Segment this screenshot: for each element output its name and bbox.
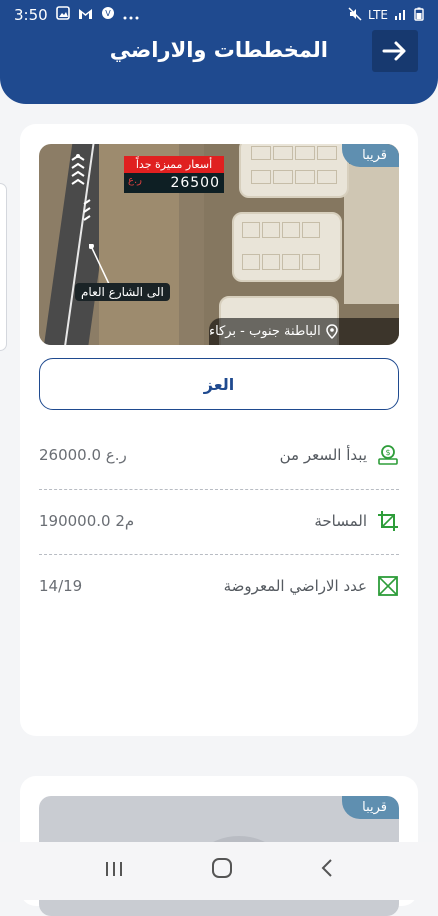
plots-icon	[377, 575, 399, 597]
divider	[39, 554, 399, 555]
soon-badge: قريبا	[342, 796, 399, 819]
divider	[39, 489, 399, 490]
area-icon	[377, 510, 399, 532]
app-header: المخططات والاراضي	[0, 30, 438, 104]
svg-text:V: V	[105, 9, 111, 18]
mute-icon	[348, 7, 362, 24]
home-button[interactable]	[211, 857, 233, 885]
promo-price-tag: أسعار مميزة جداً ر.ع 26500	[124, 156, 224, 193]
promo-currency: ر.ع	[128, 175, 142, 191]
chevron-left-icon	[320, 858, 334, 878]
plots-count-value: 14/19	[39, 577, 82, 595]
price-value: 26000.0 ر.ع	[39, 446, 127, 464]
network-type: LTE	[368, 8, 388, 22]
money-icon: $	[377, 444, 399, 466]
location-text: الباطنة جنوب - بركاء	[209, 324, 321, 339]
mail-icon	[78, 6, 93, 24]
promo-price: 26500	[170, 175, 220, 191]
status-bar: 3:50 V LTE	[0, 0, 438, 30]
page-title: المخططات والاراضي	[110, 38, 328, 62]
battery-icon	[414, 7, 424, 24]
location-pin-icon	[326, 324, 338, 339]
more-icon	[123, 6, 139, 24]
vpn-icon: V	[101, 6, 115, 24]
area-value: 190000.0 م2	[39, 512, 134, 530]
area-row: 190000.0 م2 المساحة	[39, 501, 399, 541]
status-time: 3:50	[14, 6, 48, 24]
map-plot	[232, 212, 342, 282]
plots-count-label: عدد الاراضي المعروضة	[224, 577, 367, 595]
plots-count-row: 14/19 عدد الاراضي المعروضة	[39, 566, 399, 606]
soon-badge: قريبا	[342, 144, 399, 167]
road-arrows	[64, 154, 94, 244]
svg-text:$: $	[385, 448, 390, 457]
promo-text: أسعار مميزة جداً	[124, 156, 224, 173]
road-label: الى الشارع العام	[75, 283, 170, 301]
gallery-icon	[56, 6, 70, 24]
side-drawer-handle[interactable]	[0, 183, 7, 351]
home-icon	[211, 857, 233, 879]
recent-apps-button[interactable]	[104, 859, 124, 884]
price-label: يبدأ السعر من	[280, 446, 367, 464]
back-nav-button[interactable]	[320, 858, 334, 884]
listing-map-image: أسعار مميزة جداً ر.ع 26500 الى الشارع ال…	[39, 144, 399, 345]
system-nav-bar	[0, 842, 438, 900]
location-bar: الباطنة جنوب - بركاء	[209, 318, 399, 345]
area-label: المساحة	[314, 512, 367, 530]
back-button[interactable]	[372, 30, 418, 72]
map-plot	[239, 144, 349, 198]
price-row: 26000.0 ر.ع يبدأ السعر من $	[39, 435, 399, 475]
arrow-right-icon	[382, 40, 408, 62]
listing-name-button[interactable]: العز	[39, 358, 399, 410]
listing-card[interactable]: أسعار مميزة جداً ر.ع 26500 الى الشارع ال…	[20, 124, 418, 736]
signal-icon	[394, 8, 408, 23]
recent-apps-icon	[104, 860, 124, 878]
